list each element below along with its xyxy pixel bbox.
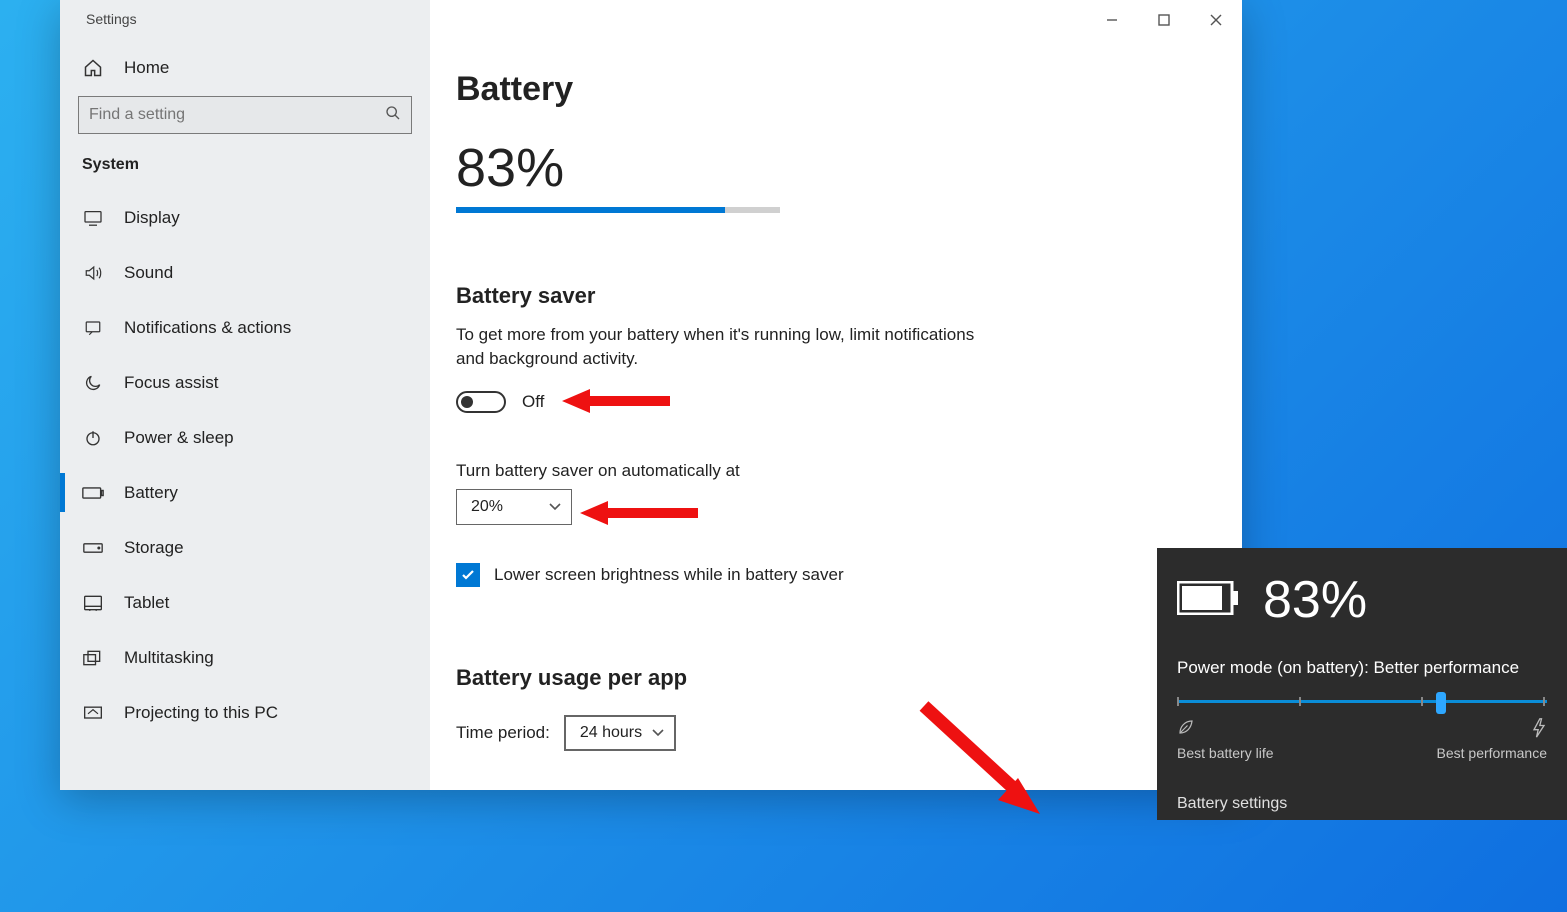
time-period-dropdown[interactable]: 24 hours: [564, 715, 676, 751]
maximize-button[interactable]: [1138, 0, 1190, 40]
window-title: Settings: [60, 0, 430, 40]
sidebar-item-label: Power & sleep: [124, 428, 234, 448]
sidebar-item-label: Tablet: [124, 593, 169, 613]
search-icon: [385, 105, 401, 126]
bolt-icon: [1531, 718, 1547, 743]
sidebar: Settings Home System Display Sound: [60, 0, 430, 790]
power-mode-slider[interactable]: [1177, 690, 1547, 720]
battery-progress-fill: [456, 207, 725, 213]
tray-battery-percent: 83%: [1263, 570, 1367, 630]
tray-power-mode: Power mode (on battery): Better performa…: [1177, 658, 1547, 678]
chevron-down-icon: [652, 724, 664, 742]
auto-on-value: 20%: [471, 498, 503, 516]
slider-low-label: Best battery life: [1177, 745, 1274, 761]
sidebar-item-display[interactable]: Display: [60, 190, 430, 245]
brightness-checkbox[interactable]: [456, 563, 480, 587]
sidebar-item-storage[interactable]: Storage: [60, 520, 430, 575]
page-title: Battery: [456, 70, 1242, 109]
sidebar-item-label: Projecting to this PC: [124, 703, 278, 723]
sidebar-item-tablet[interactable]: Tablet: [60, 575, 430, 630]
check-icon: [460, 567, 476, 583]
slider-thumb[interactable]: [1436, 692, 1446, 714]
sidebar-item-notifications[interactable]: Notifications & actions: [60, 300, 430, 355]
usage-heading: Battery usage per app: [456, 665, 1242, 691]
battery-progress: [456, 207, 780, 213]
sidebar-item-label: Display: [124, 208, 180, 228]
home-button[interactable]: Home: [60, 40, 430, 96]
content-pane: Battery 83% Battery saver To get more fr…: [430, 0, 1242, 790]
display-icon: [82, 210, 104, 226]
home-label: Home: [124, 58, 169, 78]
sidebar-nav: Display Sound Notifications & actions Fo…: [60, 190, 430, 740]
power-icon: [82, 429, 104, 447]
sidebar-item-multitasking[interactable]: Multitasking: [60, 630, 430, 685]
sidebar-item-label: Sound: [124, 263, 173, 283]
sidebar-item-label: Multitasking: [124, 648, 214, 668]
storage-icon: [82, 542, 104, 554]
sidebar-item-sound[interactable]: Sound: [60, 245, 430, 300]
battery-saver-desc: To get more from your battery when it's …: [456, 323, 976, 371]
search-input[interactable]: [89, 106, 385, 124]
battery-saver-toggle-state: Off: [522, 392, 544, 412]
battery-icon: [1177, 581, 1239, 620]
sidebar-item-focus-assist[interactable]: Focus assist: [60, 355, 430, 410]
sidebar-item-label: Storage: [124, 538, 184, 558]
notifications-icon: [82, 319, 104, 337]
battery-icon: [82, 486, 104, 500]
sidebar-category: System: [60, 134, 430, 190]
time-period-value: 24 hours: [580, 724, 642, 742]
sidebar-item-label: Battery: [124, 483, 178, 503]
sound-icon: [82, 264, 104, 282]
brightness-checkbox-label: Lower screen brightness while in battery…: [494, 565, 844, 585]
focus-assist-icon: [82, 373, 104, 393]
battery-tray-flyout: 83% Power mode (on battery): Better perf…: [1157, 548, 1567, 820]
slider-high-label: Best performance: [1437, 745, 1548, 761]
battery-saver-heading: Battery saver: [456, 283, 1242, 309]
sidebar-item-label: Notifications & actions: [124, 318, 291, 338]
time-period-label: Time period:: [456, 723, 550, 743]
battery-percent: 83%: [456, 137, 1242, 199]
sidebar-item-battery[interactable]: Battery: [60, 465, 430, 520]
auto-on-dropdown[interactable]: 20%: [456, 489, 572, 525]
sidebar-item-projecting[interactable]: Projecting to this PC: [60, 685, 430, 740]
sidebar-item-power-sleep[interactable]: Power & sleep: [60, 410, 430, 465]
tablet-icon: [82, 595, 104, 611]
annotation-arrow: [580, 498, 700, 528]
titlebar: [456, 0, 1242, 40]
minimize-button[interactable]: [1086, 0, 1138, 40]
battery-settings-link[interactable]: Battery settings: [1177, 795, 1547, 813]
battery-saver-toggle[interactable]: [456, 391, 506, 413]
auto-on-label: Turn battery saver on automatically at: [456, 461, 1242, 481]
home-icon: [82, 58, 104, 78]
close-button[interactable]: [1190, 0, 1242, 40]
sidebar-item-label: Focus assist: [124, 373, 218, 393]
search-input-container[interactable]: [78, 96, 412, 134]
settings-window: Settings Home System Display Sound: [60, 0, 1242, 790]
multitasking-icon: [82, 650, 104, 666]
projecting-icon: [82, 705, 104, 721]
chevron-down-icon: [549, 498, 561, 516]
leaf-icon: [1177, 718, 1195, 743]
